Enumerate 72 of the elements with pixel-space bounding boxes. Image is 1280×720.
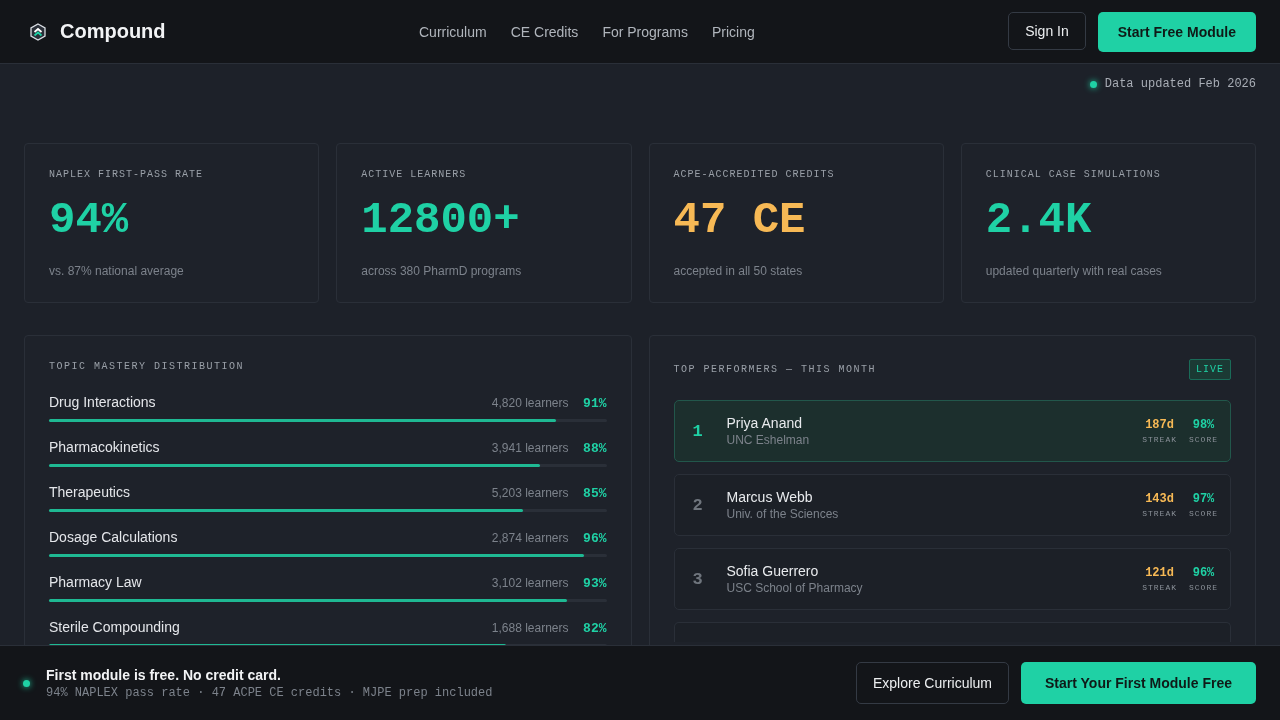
start-first-module-button[interactable]: Start Your First Module Free <box>1021 662 1256 704</box>
nav-link[interactable]: CE Credits <box>510 23 579 40</box>
performer-name: Sofia Guerrero <box>726 563 820 579</box>
status-dot-icon <box>1089 80 1097 88</box>
nav-link[interactable]: Curriculum <box>419 23 487 40</box>
chevrons-logo-icon <box>28 21 48 42</box>
status-dot-icon <box>23 679 30 687</box>
brand-name[interactable]: Compound <box>60 20 166 43</box>
rank-number: 2 <box>692 495 704 515</box>
stat-value: 47 CE <box>673 194 807 246</box>
learner-count: 2,874 learners <box>491 531 569 545</box>
mastery-percent: 93% <box>582 576 607 591</box>
streak-value: 187d <box>1145 418 1174 432</box>
performer-row[interactable]: 2 Marcus Webb Univ. of the Sciences 143d STREAK 97% SCORE <box>673 474 1231 536</box>
stat-value: 12800+ <box>361 194 521 246</box>
metric-label: SCORE <box>1189 583 1218 592</box>
topic-name: Sterile Compounding <box>49 619 181 635</box>
nav-link[interactable]: For Programs <box>602 23 688 40</box>
cta-title: First module is free. No credit card. <box>46 666 282 683</box>
mastery-percent: 91% <box>582 396 607 411</box>
score-value: 98% <box>1192 418 1215 432</box>
panel-title: TOPIC MASTERY DISTRIBUTION <box>49 361 246 372</box>
stat-note: vs. 87% national average <box>49 264 185 278</box>
stat-note: across 380 PharmD programs <box>361 264 523 278</box>
cta-subtitle: 94% NAPLEX pass rate · 47 ACPE CE credits · MJPE prep included <box>46 685 494 700</box>
metric-label: STREAK <box>1142 583 1177 592</box>
explore-curriculum-button[interactable]: Explore Curriculum <box>856 662 1010 704</box>
school-name: UNC Eshelman <box>726 433 811 447</box>
school-name: USC School of Pharmacy <box>726 581 864 595</box>
mastery-percent: 82% <box>582 621 607 636</box>
mastery-percent: 96% <box>582 531 607 546</box>
live-badge: LIVE <box>1189 359 1231 380</box>
school-name: Univ. of the Sciences <box>726 507 840 521</box>
performer-name: Marcus Webb <box>726 489 814 505</box>
performer-row[interactable]: 1 Priya Anand UNC Eshelman 187d STREAK 98% SCORE <box>673 400 1231 462</box>
learner-count: 1,688 learners <box>491 621 569 635</box>
score-value: 97% <box>1192 492 1215 506</box>
learner-count: 4,820 learners <box>491 396 569 410</box>
rank-number: 3 <box>692 569 704 589</box>
nav-link[interactable]: Pricing <box>711 23 755 40</box>
topic-name: Pharmacokinetics <box>49 439 161 455</box>
score-value: 96% <box>1192 566 1215 580</box>
panel-title: TOP PERFORMERS — THIS MONTH <box>673 364 877 375</box>
stat-value: 2.4K <box>985 194 1093 246</box>
performer-name: Priya Anand <box>726 415 803 431</box>
metric-label: STREAK <box>1142 435 1177 444</box>
stat-note: accepted in all 50 states <box>673 264 804 278</box>
learner-count: 3,102 learners <box>491 576 569 590</box>
topic-name: Pharmacy Law <box>49 574 143 590</box>
topic-name: Drug Interactions <box>49 394 157 410</box>
topic-name: Therapeutics <box>49 484 131 500</box>
metric-label: SCORE <box>1189 509 1218 518</box>
stat-label: ACPE-ACCREDITED CREDITS <box>673 169 836 180</box>
stat-value: 94% <box>49 194 130 246</box>
stat-note: updated quarterly with real cases <box>985 264 1163 278</box>
sign-in-button[interactable]: Sign In <box>1008 11 1086 50</box>
topic-name: Dosage Calculations <box>49 529 179 545</box>
learner-count: 5,203 learners <box>491 486 569 500</box>
metric-label: STREAK <box>1142 509 1177 518</box>
data-updated-note: Data updated Feb 2026 <box>1104 77 1256 91</box>
mastery-percent: 85% <box>582 486 607 501</box>
mastery-percent: 88% <box>582 441 607 456</box>
streak-value: 121d <box>1145 566 1174 580</box>
start-free-module-button[interactable]: Start Free Module <box>1097 11 1256 52</box>
metric-label: SCORE <box>1189 435 1218 444</box>
stat-label: ACTIVE LEARNERS <box>361 169 468 180</box>
stat-label: CLINICAL CASE SIMULATIONS <box>985 169 1162 180</box>
learner-count: 3,941 learners <box>491 441 569 455</box>
stat-label: NAPLEX FIRST-PASS RATE <box>49 169 205 180</box>
rank-number: 1 <box>692 421 704 441</box>
streak-value: 143d <box>1145 492 1174 506</box>
performer-row[interactable]: 3 Sofia Guerrero USC School of Pharmacy 121d STREAK 96% SCORE <box>673 548 1231 610</box>
